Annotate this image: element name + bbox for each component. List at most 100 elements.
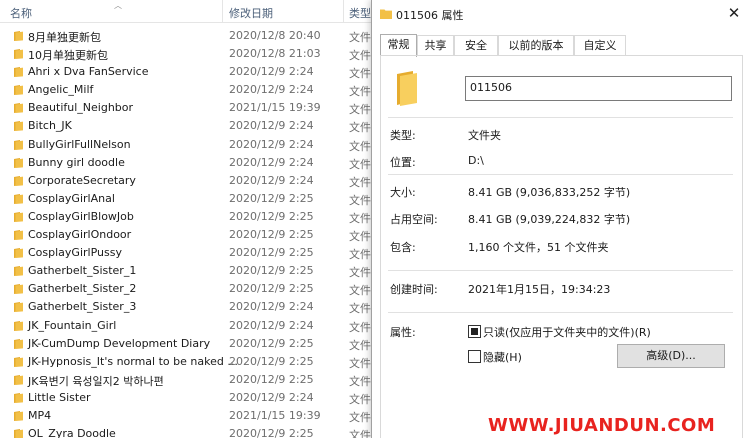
file-type: 文件 <box>349 320 371 334</box>
file-date: 2020/12/9 2:24 <box>229 119 314 133</box>
advanced-button[interactable]: 高级(D)... <box>617 344 725 368</box>
file-name: Beautiful_Neighbor <box>28 101 134 115</box>
location-value: D:\ <box>468 154 484 167</box>
file-type: 文件 <box>349 211 371 225</box>
folder-icon <box>14 49 23 60</box>
file-name: Ahri x Dva FanService <box>28 65 149 79</box>
list-item[interactable]: JK육변기 육성일지2 박하나편 2020/12/9 2:25 文件 <box>0 371 372 389</box>
attributes-label: 属性: <box>390 326 416 339</box>
file-type: 文件 <box>349 193 371 207</box>
list-item[interactable]: 10月单独更新包 2020/12/8 21:03 文件 <box>0 45 372 63</box>
file-name: Gatherbelt_Sister_3 <box>28 300 137 314</box>
file-name: JK육변기 육성일지2 박하나편 <box>28 374 164 388</box>
readonly-checkbox[interactable] <box>468 325 481 338</box>
folder-icon <box>14 193 23 204</box>
list-item[interactable]: 8月单独更新包 2020/12/8 20:40 文件 <box>0 27 372 45</box>
list-item[interactable]: OL_Zyra Doodle 2020/12/9 2:25 文件 <box>0 425 372 438</box>
file-name: CosplayGirlAnal <box>28 191 115 205</box>
folder-icon <box>14 302 23 313</box>
file-date: 2020/12/9 2:24 <box>229 300 314 314</box>
file-date: 2020/12/9 2:24 <box>229 173 314 187</box>
folder-name-input[interactable]: 011506 <box>465 76 732 101</box>
list-item[interactable]: JK_Fountain_Girl 2020/12/9 2:24 文件 <box>0 317 372 335</box>
folder-name-value: 011506 <box>470 81 512 94</box>
list-item[interactable]: Ahri x Dva FanService 2020/12/9 2:24 文件 <box>0 63 372 81</box>
column-divider[interactable] <box>343 0 344 22</box>
file-date: 2020/12/8 20:40 <box>229 29 321 42</box>
list-item[interactable]: Bitch_JK 2020/12/9 2:24 文件 <box>0 117 372 135</box>
list-item[interactable]: CosplayGirlBlowJob 2020/12/9 2:25 文件 <box>0 208 372 226</box>
list-item[interactable]: JK-CumDump Development Diary 2020/12/9 2:… <box>0 335 372 353</box>
hidden-checkbox[interactable] <box>468 350 481 363</box>
readonly-label[interactable]: 只读(仅应用于文件夹中的文件)(R) <box>483 324 651 340</box>
folder-icon <box>14 67 23 78</box>
file-type: 文件 <box>349 266 371 280</box>
list-item[interactable]: Gatherbelt_Sister_2 2020/12/9 2:25 文件 <box>0 280 372 298</box>
sort-up-icon: ︿ <box>114 1 122 10</box>
file-date: 2020/12/9 2:24 <box>229 318 314 332</box>
file-name: CosplayGirlPussy <box>28 246 122 260</box>
list-item[interactable]: JK-Hypnosis_It's normal to be naked ... 2… <box>0 353 372 371</box>
file-date: 2020/12/9 2:25 <box>229 372 314 386</box>
watermark-text: WWW.JIUANDUN.COM <box>488 415 716 436</box>
tab-general[interactable]: 常规 <box>380 34 417 57</box>
folder-icon <box>14 211 23 222</box>
file-date: 2020/12/9 2:25 <box>229 246 314 260</box>
file-type: 文件 <box>349 67 371 81</box>
folder-icon <box>14 248 23 259</box>
dialog-titlebar[interactable]: 011506 属性 ✕ <box>372 0 750 28</box>
type-value: 文件夹 <box>468 129 501 142</box>
list-item[interactable]: Bunny girl doodle 2020/12/9 2:24 文件 <box>0 154 372 172</box>
file-name: JK_Fountain_Girl <box>28 318 117 332</box>
file-date: 2020/12/9 2:25 <box>229 354 314 368</box>
list-item[interactable]: CorporateSecretary 2020/12/9 2:24 文件 <box>0 172 372 190</box>
file-date: 2021/1/15 19:39 <box>229 101 321 115</box>
column-divider[interactable] <box>222 0 223 22</box>
folder-icon <box>14 410 23 421</box>
list-item[interactable]: Angelic_Milf 2020/12/9 2:24 文件 <box>0 81 372 99</box>
file-type: 文件 <box>349 410 371 424</box>
type-label: 类型: <box>390 129 416 142</box>
column-header-date[interactable]: 修改日期 <box>229 5 273 21</box>
file-type: 文件 <box>349 157 371 171</box>
file-name: JK-CumDump Development Diary <box>28 336 211 350</box>
column-header-name[interactable]: 名称 <box>10 5 32 21</box>
list-item[interactable]: MP4 2021/1/15 19:39 文件 <box>0 407 372 425</box>
list-item[interactable]: CosplayGirlPussy 2020/12/9 2:25 文件 <box>0 244 372 262</box>
list-item[interactable]: Little Sister 2020/12/9 2:24 文件 <box>0 389 372 407</box>
location-label: 位置: <box>390 156 416 169</box>
list-item[interactable]: CosplayGirlOndoor 2020/12/9 2:25 文件 <box>0 226 372 244</box>
file-name: MP4 <box>28 408 52 422</box>
column-header-type[interactable]: 类型 <box>349 5 371 21</box>
tab-security[interactable]: 安全 <box>454 35 498 56</box>
list-item[interactable]: Beautiful_Neighbor 2021/1/15 19:39 文件 <box>0 99 372 117</box>
hidden-label[interactable]: 隐藏(H) <box>483 349 522 365</box>
list-item[interactable]: CosplayGirlAnal 2020/12/9 2:25 文件 <box>0 190 372 208</box>
close-icon[interactable]: ✕ <box>724 4 744 22</box>
tab-previous-versions[interactable]: 以前的版本 <box>498 35 574 56</box>
file-date: 2020/12/9 2:25 <box>229 191 314 205</box>
column-header-bar: ︿ 名称 修改日期 类型 <box>0 0 372 23</box>
divider <box>388 117 733 118</box>
file-type: 文件 <box>349 338 371 352</box>
folder-icon <box>14 320 23 331</box>
folder-large-icon <box>397 71 417 106</box>
file-explorer-list: ︿ 名称 修改日期 类型 8月单独更新包 2020/12/8 20:40 文件 10月… <box>0 0 372 438</box>
file-type: 文件 <box>349 248 371 262</box>
file-name: CosplayGirlOndoor <box>28 228 132 242</box>
folder-icon <box>14 374 23 385</box>
folder-icon <box>14 338 23 349</box>
file-type: 文件 <box>349 49 371 63</box>
tab-customize[interactable]: 自定义 <box>574 35 626 56</box>
tab-sharing[interactable]: 共享 <box>417 35 454 56</box>
list-item[interactable]: Gatherbelt_Sister_1 2020/12/9 2:25 文件 <box>0 262 372 280</box>
folder-icon <box>14 85 23 96</box>
list-item[interactable]: Gatherbelt_Sister_3 2020/12/9 2:24 文件 <box>0 298 372 316</box>
file-date: 2020/12/9 2:25 <box>229 228 314 242</box>
file-name: CosplayGirlBlowJob <box>28 209 134 223</box>
file-type: 文件 <box>349 374 371 388</box>
file-name: Gatherbelt_Sister_2 <box>28 282 137 296</box>
list-item[interactable]: BullyGirlFullNelson 2020/12/9 2:24 文件 <box>0 136 372 154</box>
divider <box>388 174 733 175</box>
file-rows: 8月单独更新包 2020/12/8 20:40 文件 10月单独更新包 2020/12/… <box>0 27 372 438</box>
